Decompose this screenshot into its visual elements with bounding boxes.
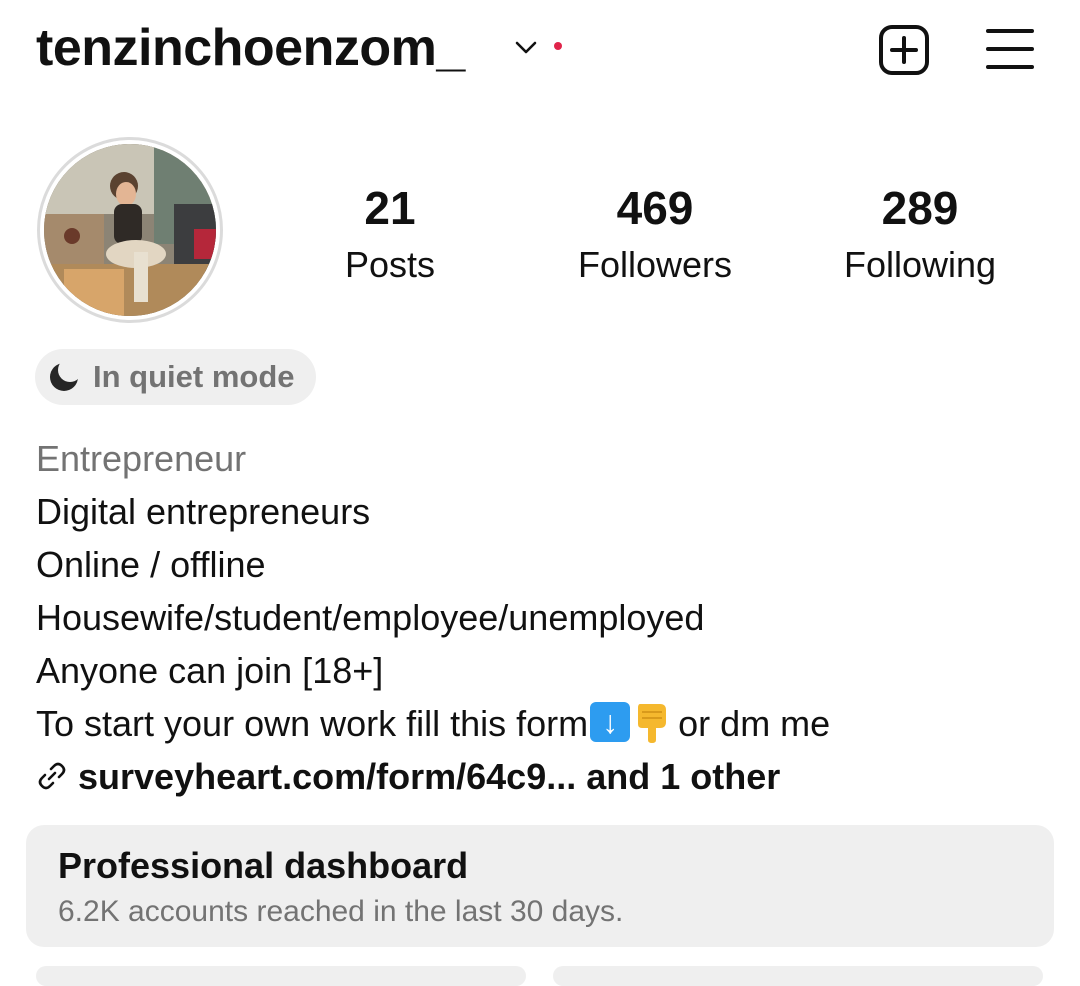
bio-line: Online / offline: [36, 544, 266, 585]
following-label: Following: [843, 244, 997, 285]
bio-cta-text: To start your own work fill this form: [36, 703, 589, 744]
chevron-down-icon[interactable]: [514, 38, 538, 58]
professional-dashboard-card[interactable]: Professional dashboard 6.2K accounts rea…: [26, 825, 1054, 947]
username-switcher[interactable]: tenzinchoenzom_: [36, 18, 465, 78]
category-label: Entrepreneur: [36, 438, 247, 479]
followers-count[interactable]: 469 Followers: [555, 180, 755, 290]
share-profile-button[interactable]: [553, 966, 1043, 986]
quiet-mode-label: In quiet mode: [93, 359, 295, 394]
bio-line: Housewife/student/employee/unemployed: [36, 597, 705, 638]
followers-label: Followers: [577, 244, 733, 285]
edit-profile-button[interactable]: [36, 966, 526, 986]
bio-cta-text-after: or dm me: [678, 703, 831, 744]
link-icon: [38, 762, 66, 790]
down-arrow-emoji-icon: [590, 702, 631, 742]
avatar[interactable]: [44, 144, 216, 316]
bio: Entrepreneur Digital entrepreneurs Onlin…: [36, 432, 1046, 803]
quiet-mode-badge[interactable]: In quiet mode: [35, 349, 316, 405]
dashboard-subtitle: 6.2K accounts reached in the last 30 day…: [58, 895, 624, 928]
new-post-icon[interactable]: [878, 24, 930, 76]
bio-link[interactable]: surveyheart.com/form/64c9... and 1 other: [36, 750, 1046, 803]
bio-line-cta: To start your own work fill this form or…: [36, 697, 1046, 750]
profile-avatar-ring[interactable]: [37, 137, 223, 323]
bio-link-text: surveyheart.com/form/64c9... and 1 other: [78, 756, 781, 797]
dashboard-title: Professional dashboard: [58, 845, 469, 886]
bio-line: Digital entrepreneurs: [36, 491, 371, 532]
pointing-down-emoji-icon: [638, 704, 667, 743]
moon-icon: [50, 361, 80, 391]
following-value: 289: [881, 182, 959, 234]
bio-line: Anyone can join [18+]: [36, 650, 384, 691]
profile-photo: [44, 144, 216, 316]
posts-value: 21: [364, 182, 416, 234]
top-bar: tenzinchoenzom_: [0, 0, 1080, 100]
following-count[interactable]: 289 Following: [820, 180, 1020, 290]
posts-label: Posts: [344, 244, 436, 285]
posts-count[interactable]: 21 Posts: [320, 180, 460, 290]
hamburger-menu-icon[interactable]: [986, 26, 1034, 72]
notification-dot: [554, 42, 562, 50]
followers-value: 469: [616, 182, 694, 234]
